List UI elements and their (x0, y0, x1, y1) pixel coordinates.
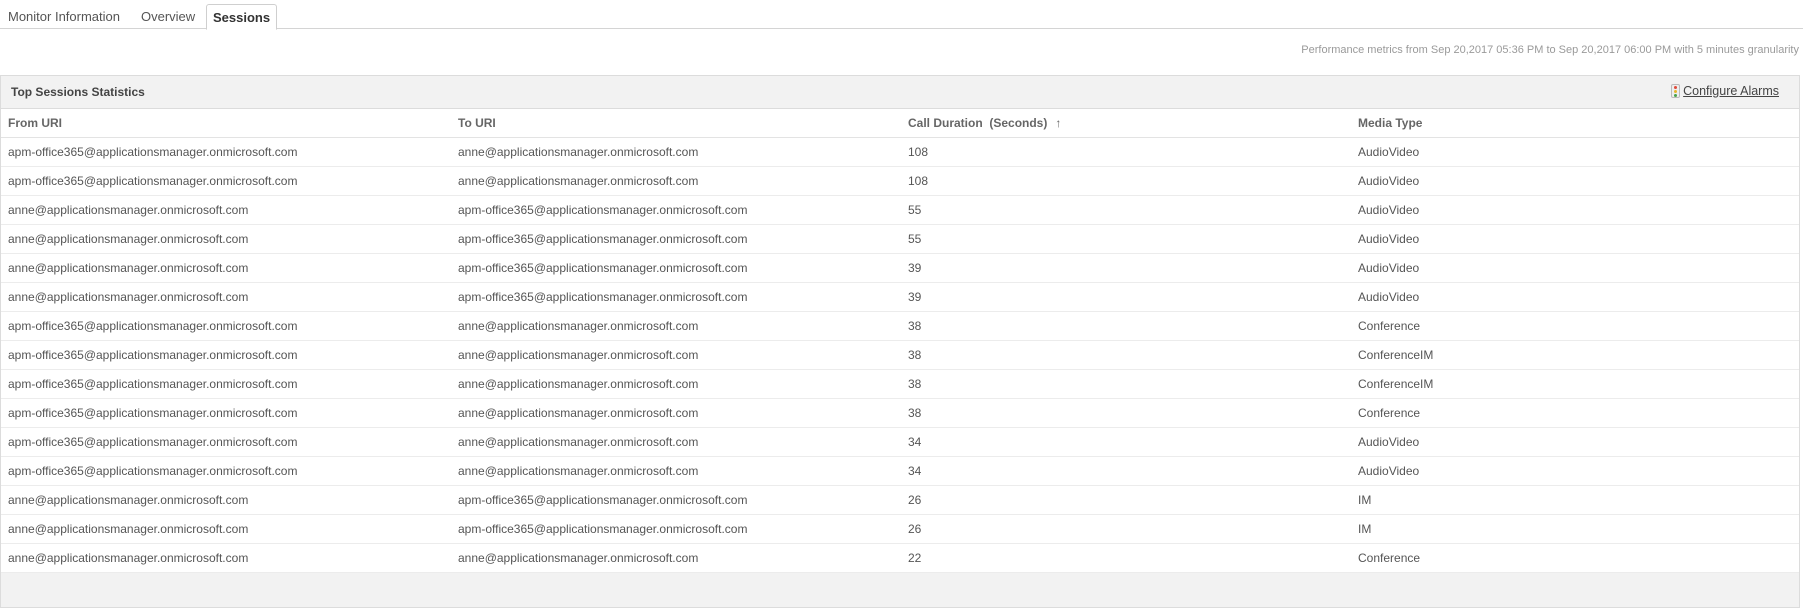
table-body: apm-office365@applicationsmanager.onmicr… (1, 137, 1799, 573)
to-uri-cell: anne@applicationsmanager.onmicrosoft.com (451, 311, 901, 341)
from-uri-cell: apm-office365@applicationsmanager.onmicr… (1, 427, 451, 457)
media-type-cell: AudioVideo (1351, 195, 1799, 225)
call-duration-cell: 38 (901, 340, 1351, 370)
to-uri-cell: anne@applicationsmanager.onmicrosoft.com (451, 137, 901, 167)
traffic-light-icon (1671, 84, 1681, 98)
tab-monitor-information[interactable]: Monitor Information (2, 6, 126, 28)
metrics-caption: Performance metrics from Sep 20,2017 05:… (1301, 44, 1799, 56)
column-header-from-uri[interactable]: From URI (1, 109, 451, 138)
media-type-cell: AudioVideo (1351, 253, 1799, 283)
media-type-cell: AudioVideo (1351, 282, 1799, 312)
from-uri-cell: anne@applicationsmanager.onmicrosoft.com (1, 282, 451, 312)
table-row[interactable]: anne@applicationsmanager.onmicrosoft.com… (1, 195, 1799, 225)
from-uri-cell: apm-office365@applicationsmanager.onmicr… (1, 340, 451, 370)
to-uri-cell: anne@applicationsmanager.onmicrosoft.com (451, 427, 901, 457)
table-row[interactable]: apm-office365@applicationsmanager.onmicr… (1, 166, 1799, 196)
column-header-call-duration[interactable]: Call Duration (Seconds) ↑ (901, 109, 1351, 138)
tab-sessions[interactable]: Sessions (206, 4, 277, 30)
column-header-label: From URI (8, 116, 62, 130)
table-row[interactable]: anne@applicationsmanager.onmicrosoft.com… (1, 514, 1799, 544)
table-row[interactable]: apm-office365@applicationsmanager.onmicr… (1, 456, 1799, 486)
table-row[interactable]: apm-office365@applicationsmanager.onmicr… (1, 398, 1799, 428)
from-uri-cell: anne@applicationsmanager.onmicrosoft.com (1, 485, 451, 515)
call-duration-cell: 39 (901, 282, 1351, 312)
column-header-to-uri[interactable]: To URI (451, 109, 901, 138)
call-duration-cell: 108 (901, 166, 1351, 196)
configure-alarms-link[interactable]: Configure Alarms (1671, 84, 1779, 98)
media-type-cell: ConferenceIM (1351, 340, 1799, 370)
call-duration-cell: 22 (901, 543, 1351, 573)
from-uri-cell: apm-office365@applicationsmanager.onmicr… (1, 398, 451, 428)
table-row[interactable]: apm-office365@applicationsmanager.onmicr… (1, 369, 1799, 399)
media-type-cell: Conference (1351, 543, 1799, 573)
call-duration-cell: 38 (901, 398, 1351, 428)
from-uri-cell: anne@applicationsmanager.onmicrosoft.com (1, 224, 451, 254)
to-uri-cell: anne@applicationsmanager.onmicrosoft.com (451, 166, 901, 196)
to-uri-cell: anne@applicationsmanager.onmicrosoft.com (451, 369, 901, 399)
media-type-cell: ConferenceIM (1351, 369, 1799, 399)
media-type-cell: AudioVideo (1351, 137, 1799, 167)
call-duration-cell: 26 (901, 485, 1351, 515)
call-duration-cell: 55 (901, 195, 1351, 225)
top-sessions-panel: Top Sessions Statistics Configure Alarms… (0, 75, 1800, 608)
column-header-media-type[interactable]: Media Type (1351, 109, 1799, 138)
panel-title: Top Sessions Statistics (11, 85, 145, 99)
media-type-cell: AudioVideo (1351, 456, 1799, 486)
call-duration-cell: 26 (901, 514, 1351, 544)
from-uri-cell: apm-office365@applicationsmanager.onmicr… (1, 311, 451, 341)
to-uri-cell: apm-office365@applicationsmanager.onmicr… (451, 253, 901, 283)
media-type-cell: IM (1351, 485, 1799, 515)
to-uri-cell: anne@applicationsmanager.onmicrosoft.com (451, 543, 901, 573)
to-uri-cell: apm-office365@applicationsmanager.onmicr… (451, 514, 901, 544)
media-type-cell: AudioVideo (1351, 427, 1799, 457)
call-duration-cell: 34 (901, 456, 1351, 486)
panel-header: Top Sessions Statistics Configure Alarms (1, 76, 1799, 109)
call-duration-cell: 34 (901, 427, 1351, 457)
table-row[interactable]: apm-office365@applicationsmanager.onmicr… (1, 311, 1799, 341)
tab-overview[interactable]: Overview (135, 6, 201, 28)
table-row[interactable]: apm-office365@applicationsmanager.onmicr… (1, 340, 1799, 370)
tab-bar: Monitor Information Overview Sessions (0, 0, 1803, 30)
from-uri-cell: anne@applicationsmanager.onmicrosoft.com (1, 195, 451, 225)
table-row[interactable]: anne@applicationsmanager.onmicrosoft.com… (1, 253, 1799, 283)
to-uri-cell: apm-office365@applicationsmanager.onmicr… (451, 224, 901, 254)
configure-alarms-label: Configure Alarms (1683, 84, 1779, 98)
sessions-page: Monitor Information Overview Sessions Pe… (0, 0, 1803, 608)
column-header-label: To URI (458, 116, 496, 130)
call-duration-cell: 108 (901, 137, 1351, 167)
call-duration-cell: 38 (901, 311, 1351, 341)
sessions-table: From URI To URI Call Duration (Seconds) ↑… (1, 109, 1799, 573)
table-row[interactable]: anne@applicationsmanager.onmicrosoft.com… (1, 224, 1799, 254)
column-header-label: Media Type (1358, 116, 1423, 130)
call-duration-cell: 39 (901, 253, 1351, 283)
media-type-cell: IM (1351, 514, 1799, 544)
table-row[interactable]: apm-office365@applicationsmanager.onmicr… (1, 427, 1799, 457)
media-type-cell: AudioVideo (1351, 166, 1799, 196)
table-row[interactable]: anne@applicationsmanager.onmicrosoft.com… (1, 485, 1799, 515)
from-uri-cell: apm-office365@applicationsmanager.onmicr… (1, 137, 451, 167)
to-uri-cell: apm-office365@applicationsmanager.onmicr… (451, 485, 901, 515)
column-header-label: Call Duration (Seconds) (908, 116, 1048, 130)
from-uri-cell: apm-office365@applicationsmanager.onmicr… (1, 369, 451, 399)
to-uri-cell: apm-office365@applicationsmanager.onmicr… (451, 195, 901, 225)
to-uri-cell: anne@applicationsmanager.onmicrosoft.com (451, 398, 901, 428)
to-uri-cell: anne@applicationsmanager.onmicrosoft.com (451, 456, 901, 486)
to-uri-cell: anne@applicationsmanager.onmicrosoft.com (451, 340, 901, 370)
table-row[interactable]: apm-office365@applicationsmanager.onmicr… (1, 137, 1799, 167)
table-row[interactable]: anne@applicationsmanager.onmicrosoft.com… (1, 282, 1799, 312)
media-type-cell: Conference (1351, 311, 1799, 341)
media-type-cell: AudioVideo (1351, 224, 1799, 254)
sort-ascending-icon: ↑ (1055, 116, 1062, 130)
to-uri-cell: apm-office365@applicationsmanager.onmicr… (451, 282, 901, 312)
table-row[interactable]: anne@applicationsmanager.onmicrosoft.com… (1, 543, 1799, 573)
from-uri-cell: anne@applicationsmanager.onmicrosoft.com (1, 514, 451, 544)
call-duration-cell: 38 (901, 369, 1351, 399)
table-header-row: From URI To URI Call Duration (Seconds) ↑… (1, 109, 1799, 138)
from-uri-cell: apm-office365@applicationsmanager.onmicr… (1, 456, 451, 486)
media-type-cell: Conference (1351, 398, 1799, 428)
from-uri-cell: anne@applicationsmanager.onmicrosoft.com (1, 253, 451, 283)
call-duration-cell: 55 (901, 224, 1351, 254)
from-uri-cell: anne@applicationsmanager.onmicrosoft.com (1, 543, 451, 573)
from-uri-cell: apm-office365@applicationsmanager.onmicr… (1, 166, 451, 196)
